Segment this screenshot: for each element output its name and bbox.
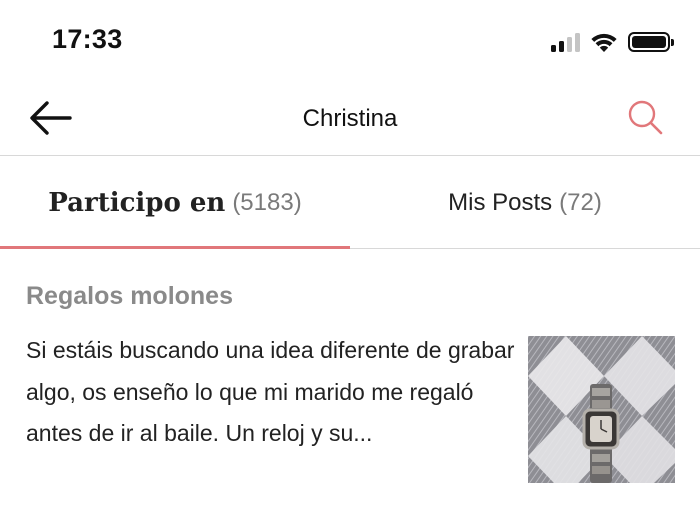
tab-participo-en[interactable]: Participo en (5183) — [0, 157, 350, 249]
status-bar: 17:33 — [0, 0, 700, 84]
post-card[interactable]: Regalos molones Si estáis buscando una i… — [0, 250, 700, 507]
wifi-icon — [590, 31, 618, 53]
status-icons — [551, 30, 674, 54]
tab-count: (72) — [559, 188, 602, 216]
search-icon — [628, 100, 663, 135]
tab-label: Mis Posts — [448, 188, 553, 216]
tab-bar: Participo en (5183) Mis Posts (72) — [0, 157, 700, 249]
post-thumbnail[interactable] — [528, 336, 675, 483]
cellular-signal-icon — [551, 32, 580, 52]
post-title: Regalos molones — [26, 282, 233, 310]
post-excerpt: Si estáis buscando una idea diferente de… — [26, 337, 515, 446]
page-title: Christina — [302, 105, 398, 132]
tab-mis-posts[interactable]: Mis Posts (72) — [350, 157, 700, 248]
status-time: 17:33 — [52, 24, 123, 54]
tab-count: (5183) — [232, 188, 302, 216]
search-button[interactable] — [626, 98, 666, 138]
tab-label: Participo en — [48, 187, 226, 218]
wristwatch-photo — [528, 336, 675, 483]
battery-icon — [628, 32, 674, 52]
nav-header: Christina — [0, 84, 700, 156]
